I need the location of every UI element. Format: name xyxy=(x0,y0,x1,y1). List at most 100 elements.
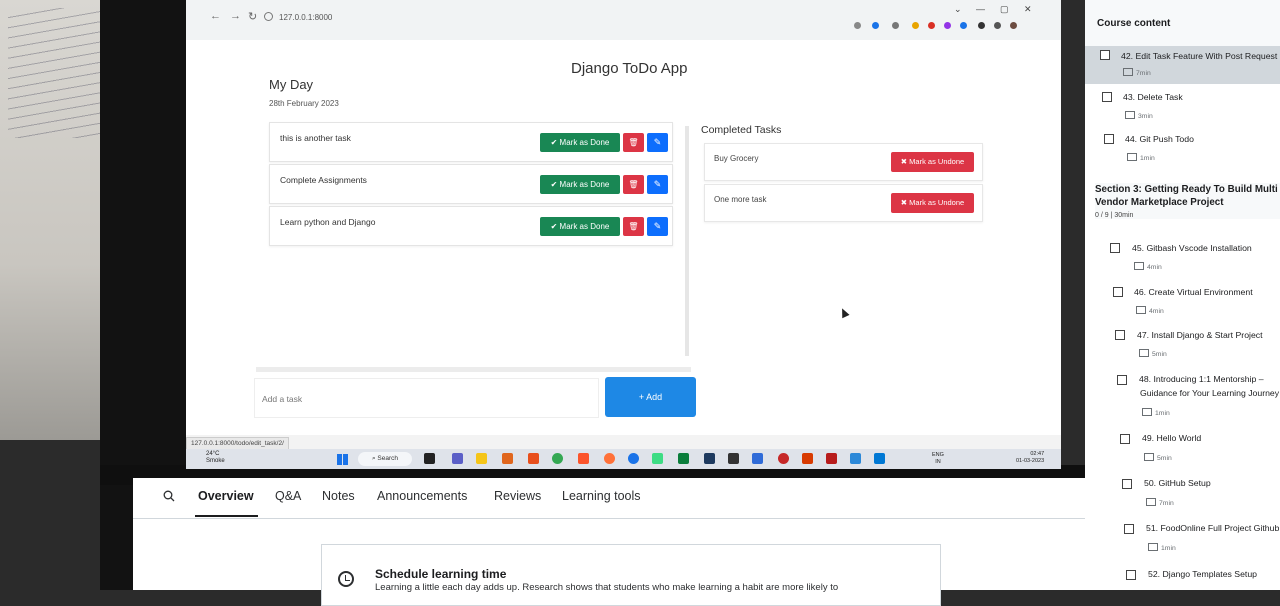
page-heading: My Day xyxy=(269,77,314,92)
lecture-duration: 1min xyxy=(1142,408,1170,417)
todo-app-icon[interactable] xyxy=(850,453,861,464)
language-indicator[interactable]: ENG IN xyxy=(932,452,944,466)
app-icon[interactable] xyxy=(502,453,513,464)
video-icon xyxy=(1127,153,1137,161)
lecture-duration: 5min xyxy=(1139,349,1167,358)
delete-button[interactable]: 🗑 xyxy=(623,175,644,194)
maximize-icon[interactable]: ▢ xyxy=(1000,4,1009,15)
app-icon[interactable] xyxy=(728,453,739,464)
address-bar[interactable]: 127.0.0.1:8000 xyxy=(264,9,824,27)
lecture-item[interactable]: 42. Edit Task Feature With Post Request … xyxy=(1085,46,1280,84)
search-icon[interactable] xyxy=(163,490,175,502)
extension-icon[interactable] xyxy=(928,22,935,29)
mark-undone-button[interactable]: ✖ Mark as Undone xyxy=(891,152,974,172)
brave-icon[interactable] xyxy=(578,453,589,464)
wps-icon[interactable] xyxy=(802,453,813,464)
tab-qa[interactable]: Q&A xyxy=(275,489,301,503)
bookmark-star-icon[interactable] xyxy=(872,22,879,29)
forward-icon[interactable]: → xyxy=(230,10,241,22)
app-icon[interactable] xyxy=(628,453,639,464)
extension-icon[interactable] xyxy=(960,22,967,29)
minimize-icon[interactable]: ⌄ xyxy=(954,4,962,15)
profile-avatar[interactable] xyxy=(1010,22,1017,29)
task-view-icon[interactable] xyxy=(424,453,435,464)
vscode-icon[interactable] xyxy=(874,453,885,464)
lecture-checkbox[interactable] xyxy=(1124,524,1134,534)
edit-button[interactable]: ✎ xyxy=(647,217,668,236)
lecture-checkbox[interactable] xyxy=(1122,479,1132,489)
firefox-icon[interactable] xyxy=(604,453,615,464)
windows-taskbar: 24°C Smoke ⌕ Search ENG IN 02:47 01-03-2… xyxy=(186,449,1061,469)
tab-learning-tools[interactable]: Learning tools xyxy=(562,489,641,503)
lecture-checkbox[interactable] xyxy=(1100,50,1110,60)
tab-overview[interactable]: Overview xyxy=(198,489,254,503)
lecture-checkbox[interactable] xyxy=(1102,92,1112,102)
app-icon[interactable] xyxy=(678,453,689,464)
lecture-item[interactable]: 47. Install Django & Start Project 5min xyxy=(1085,327,1280,367)
tab-notes[interactable]: Notes xyxy=(322,489,355,503)
app-icon[interactable] xyxy=(752,453,763,464)
lecture-item[interactable]: 52. Django Templates Setup xyxy=(1085,565,1280,590)
delete-button[interactable]: 🗑 xyxy=(623,133,644,152)
task-list-scrollbar[interactable] xyxy=(685,126,689,356)
edit-button[interactable]: ✎ xyxy=(647,133,668,152)
extension-icon[interactable] xyxy=(944,22,951,29)
lecture-item[interactable]: 51. FoodOnline Full Project Github 1min xyxy=(1085,520,1280,560)
lecture-checkbox[interactable] xyxy=(1117,375,1127,385)
lecture-checkbox[interactable] xyxy=(1126,570,1136,580)
taskbar-clock[interactable]: 02:47 01-03-2023 xyxy=(1016,451,1044,465)
lecture-item[interactable]: 49. Hello World 5min xyxy=(1085,430,1280,470)
close-icon[interactable]: ✕ xyxy=(1024,4,1032,15)
lecture-item[interactable]: 48. Introducing 1:1 Mentorship – Guidanc… xyxy=(1085,371,1280,423)
browser-window: ← → ↻ 127.0.0.1:8000 ⌄ — ▢ ✕ Django ToDo… xyxy=(186,0,1061,469)
reload-icon[interactable]: ↻ xyxy=(248,10,257,23)
lecture-item[interactable]: 45. Gitbash Vscode Installation 4min xyxy=(1085,240,1280,280)
chrome-icon[interactable] xyxy=(552,453,563,464)
mark-done-button[interactable]: ✔ Mark as Done xyxy=(540,133,620,152)
lecture-checkbox[interactable] xyxy=(1120,434,1130,444)
lecture-checkbox[interactable] xyxy=(1113,287,1123,297)
lecture-checkbox[interactable] xyxy=(1110,243,1120,253)
edit-button[interactable]: ✎ xyxy=(647,175,668,194)
lecture-item[interactable]: 44. Git Push Todo 1min xyxy=(1085,130,1280,168)
lecture-item[interactable]: 43. Delete Task 3min xyxy=(1085,88,1280,126)
app-icon[interactable] xyxy=(528,453,539,464)
filezilla-icon[interactable] xyxy=(826,453,837,464)
site-info-icon[interactable] xyxy=(264,12,273,21)
add-task-input[interactable]: Add a task xyxy=(254,378,599,418)
extension-icon[interactable] xyxy=(912,22,919,29)
share-icon[interactable] xyxy=(854,22,861,29)
pencil-icon: ✎ xyxy=(653,221,662,231)
mark-done-button[interactable]: ✔ Mark as Done xyxy=(540,217,620,236)
extensions-puzzle-icon[interactable] xyxy=(978,22,985,29)
tab-reviews[interactable]: Reviews xyxy=(494,489,541,503)
chat-icon[interactable] xyxy=(452,453,463,464)
task-item: Learn python and Django ✔ Mark as Done 🗑… xyxy=(269,206,673,246)
back-icon[interactable]: ← xyxy=(210,10,221,22)
trash-icon: 🗑 xyxy=(628,222,639,231)
lecture-item[interactable]: 50. GitHub Setup 7min xyxy=(1085,475,1280,515)
lecture-duration: 7min xyxy=(1123,68,1151,77)
taskbar-search[interactable]: ⌕ Search xyxy=(358,452,412,466)
mark-undone-button[interactable]: ✖ Mark as Undone xyxy=(891,193,974,213)
app-icon[interactable] xyxy=(652,453,663,464)
lecture-item[interactable]: 46. Create Virtual Environment 4min xyxy=(1085,284,1280,324)
app-icon[interactable] xyxy=(704,453,715,464)
sidepanel-icon[interactable] xyxy=(994,22,1001,29)
lecture-title: 50. GitHub Setup xyxy=(1144,478,1211,488)
horizontal-scrollbar[interactable] xyxy=(256,367,691,372)
weather-widget[interactable]: 24°C Smoke xyxy=(206,451,225,465)
section-header[interactable]: Section 3: Getting Ready To Build Multi … xyxy=(1095,183,1280,219)
lecture-checkbox[interactable] xyxy=(1115,330,1125,340)
file-explorer-icon[interactable] xyxy=(476,453,487,464)
windows-start-icon[interactable] xyxy=(337,454,348,465)
lecture-checkbox[interactable] xyxy=(1104,134,1114,144)
app-icon[interactable] xyxy=(778,453,789,464)
delete-button[interactable]: 🗑 xyxy=(623,217,644,236)
mark-done-button[interactable]: ✔ Mark as Done xyxy=(540,175,620,194)
extension-icon[interactable] xyxy=(892,22,899,29)
lecture-title: 51. FoodOnline Full Project Github xyxy=(1146,523,1280,533)
tab-announcements[interactable]: Announcements xyxy=(377,489,467,503)
add-task-button[interactable]: + Add xyxy=(605,377,696,417)
minimize-window-icon[interactable]: — xyxy=(976,4,985,14)
